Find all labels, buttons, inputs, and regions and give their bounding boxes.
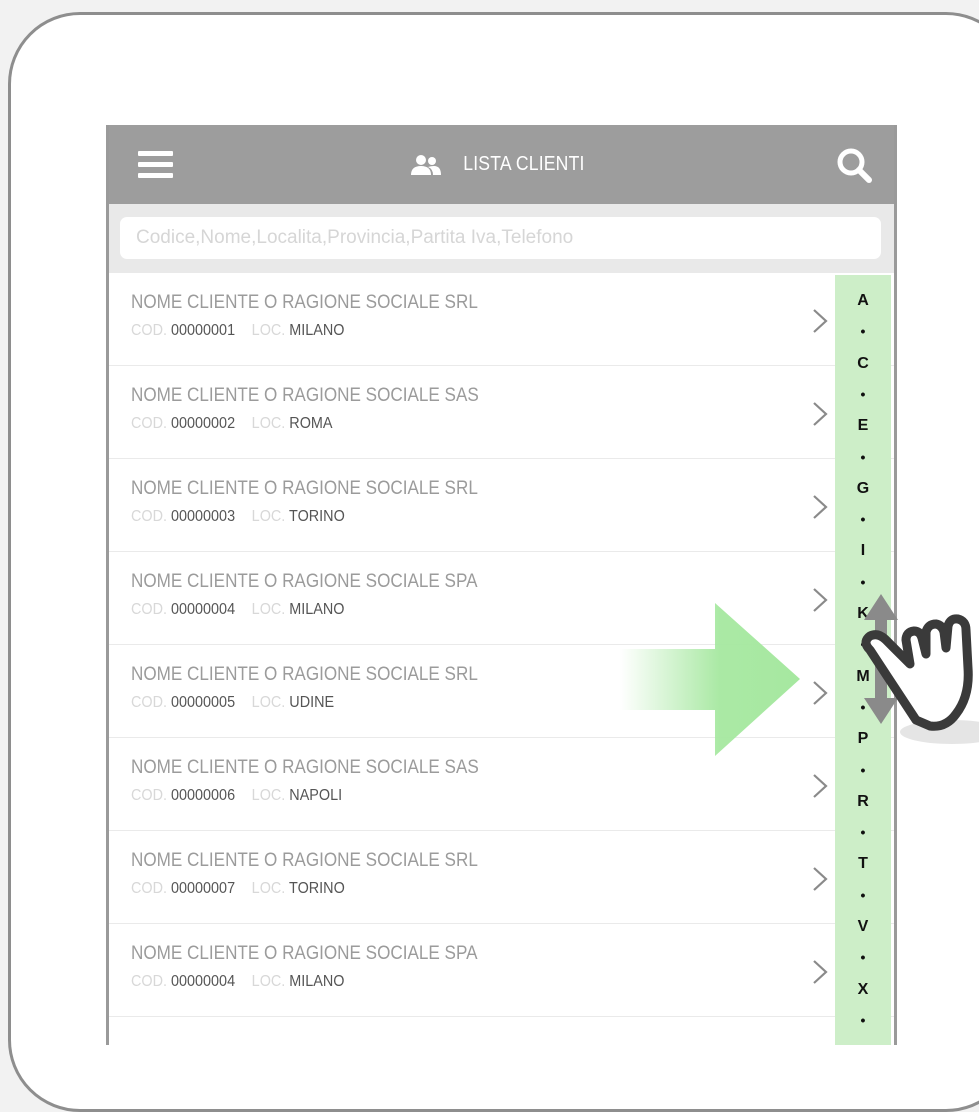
client-location: MILANO [289, 601, 345, 618]
alphabet-index-letter[interactable]: G [835, 480, 891, 498]
pointing-hand-icon [861, 614, 979, 744]
client-location: MILANO [289, 973, 345, 990]
code-label: COD. [131, 508, 167, 525]
client-name: NOME CLIENTE O RAGIONE SOCIALE SRL [131, 664, 478, 685]
location-label: LOC. [251, 973, 286, 990]
alphabet-index-dot[interactable]: • [835, 323, 891, 339]
alphabet-index-dot[interactable]: • [835, 574, 891, 590]
code-label: COD. [131, 973, 167, 990]
chevron-right-icon[interactable] [811, 958, 829, 986]
client-name: NOME CLIENTE O RAGIONE SOCIALE SPA [131, 571, 478, 592]
client-location: UDINE [289, 694, 335, 711]
client-location: TORINO [289, 880, 345, 897]
location-label: LOC. [251, 694, 286, 711]
client-code: 00000006 [171, 787, 236, 804]
alphabet-index-letter[interactable]: X [835, 981, 891, 999]
location-label: LOC. [251, 787, 286, 804]
client-name: NOME CLIENTE O RAGIONE SOCIALE SRL [131, 850, 478, 871]
location-label: LOC. [251, 508, 286, 525]
search-input[interactable] [120, 217, 881, 259]
code-label: COD. [131, 322, 167, 339]
client-name: NOME CLIENTE O RAGIONE SOCIALE SAS [131, 757, 479, 778]
client-row[interactable]: NOME CLIENTE O RAGIONE SOCIALE SAS COD. 0… [109, 366, 894, 459]
client-location: MILANO [289, 322, 345, 339]
alphabet-index-letter[interactable]: A [835, 292, 891, 310]
swipe-right-arrow-icon [620, 603, 800, 756]
chevron-right-icon[interactable] [811, 307, 829, 335]
client-name: NOME CLIENTE O RAGIONE SOCIALE SRL [131, 478, 478, 499]
client-code: 00000002 [171, 415, 236, 432]
alphabet-index-dot[interactable]: • [835, 762, 891, 778]
client-code: 00000004 [171, 601, 236, 618]
page-title: LISTA CLIENTI [462, 153, 585, 175]
alphabet-index-letter[interactable]: E [835, 417, 891, 435]
code-label: COD. [131, 415, 167, 432]
client-meta: COD. 00000004 LOC. MILANO [131, 601, 357, 619]
client-meta: COD. 00000006 LOC. NAPOLI [131, 787, 355, 805]
client-row[interactable]: NOME CLIENTE O RAGIONE SOCIALE SRL COD. 0… [109, 459, 894, 552]
client-row[interactable]: NOME CLIENTE O RAGIONE SOCIALE SPA COD. 0… [109, 924, 894, 1017]
location-label: LOC. [251, 322, 286, 339]
chevron-right-icon[interactable] [811, 679, 829, 707]
location-label: LOC. [251, 415, 286, 432]
client-row[interactable]: NOME CLIENTE O RAGIONE SOCIALE SRL COD. 0… [109, 273, 894, 366]
alphabet-index-dot[interactable]: • [835, 386, 891, 402]
client-meta: COD. 00000001 LOC. MILANO [131, 322, 357, 340]
alphabet-index-dot[interactable]: • [835, 1012, 891, 1028]
client-name: NOME CLIENTE O RAGIONE SOCIALE SAS [131, 385, 479, 406]
alphabet-index-letter[interactable]: T [835, 855, 891, 873]
client-meta: COD. 00000004 LOC. MILANO [131, 973, 357, 991]
alphabet-index-dot[interactable]: • [835, 824, 891, 840]
code-label: COD. [131, 601, 167, 618]
chevron-right-icon[interactable] [811, 586, 829, 614]
alphabet-index-letter[interactable]: I [835, 542, 891, 560]
chevron-right-icon[interactable] [811, 865, 829, 893]
search-icon[interactable] [836, 147, 872, 183]
location-label: LOC. [251, 601, 286, 618]
chevron-right-icon[interactable] [811, 400, 829, 428]
code-label: COD. [131, 787, 167, 804]
users-icon [410, 154, 441, 175]
chevron-right-icon[interactable] [811, 772, 829, 800]
client-meta: COD. 00000003 LOC. TORINO [131, 508, 357, 526]
alphabet-index-letter[interactable]: V [835, 918, 891, 936]
alphabet-index-dot[interactable]: • [835, 449, 891, 465]
app-screen: LISTA CLIENTI NOME CLIENTE O RAGIONE SOC… [106, 125, 897, 1045]
chevron-right-icon[interactable] [811, 493, 829, 521]
app-header: LISTA CLIENTI [109, 125, 894, 204]
client-code: 00000001 [171, 322, 236, 339]
client-location: NAPOLI [289, 787, 343, 804]
search-bar [109, 204, 894, 273]
code-label: COD. [131, 880, 167, 897]
client-meta: COD. 00000005 LOC. UDINE [131, 694, 347, 712]
client-name: NOME CLIENTE O RAGIONE SOCIALE SPA [131, 943, 478, 964]
client-code: 00000003 [171, 508, 236, 525]
client-meta: COD. 00000002 LOC. ROMA [131, 415, 345, 433]
location-label: LOC. [251, 880, 286, 897]
alphabet-index-letter[interactable]: C [835, 355, 891, 373]
header-title-group: LISTA CLIENTI [109, 125, 894, 204]
code-label: COD. [131, 694, 167, 711]
client-meta: COD. 00000007 LOC. TORINO [131, 880, 357, 898]
client-name: NOME CLIENTE O RAGIONE SOCIALE SRL [131, 292, 478, 313]
client-row[interactable]: NOME CLIENTE O RAGIONE SOCIALE SRL COD. 0… [109, 831, 894, 924]
client-code: 00000004 [171, 973, 236, 990]
client-location: TORINO [289, 508, 345, 525]
client-location: ROMA [289, 415, 333, 432]
alphabet-index-dot[interactable]: • [835, 949, 891, 965]
alphabet-index-letter[interactable]: R [835, 793, 891, 811]
client-code: 00000007 [171, 880, 236, 897]
alphabet-index-dot[interactable]: • [835, 887, 891, 903]
client-code: 00000005 [171, 694, 236, 711]
alphabet-index-dot[interactable]: • [835, 511, 891, 527]
